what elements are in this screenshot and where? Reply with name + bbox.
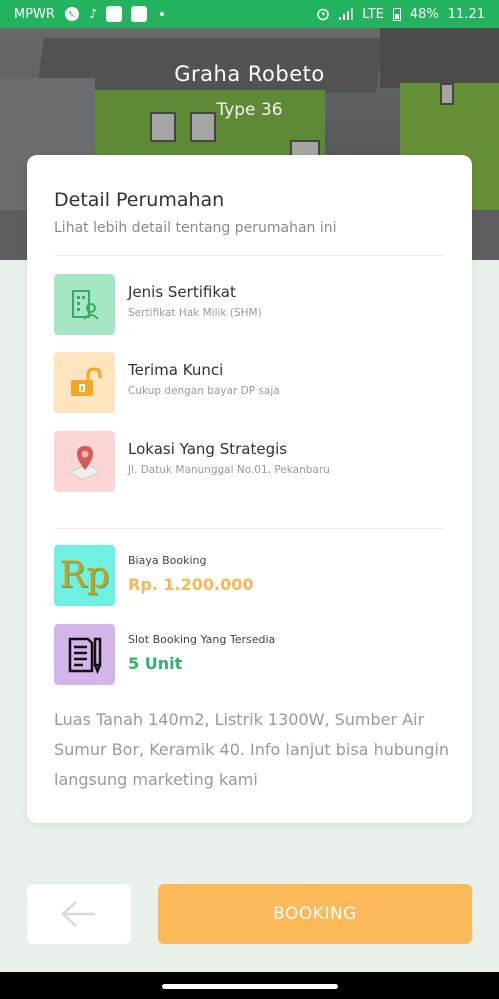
key-tile [54,352,115,413]
slot-value: 5 Unit [128,654,183,673]
dot-icon [160,12,165,16]
document-pen-icon [68,637,101,674]
feature-key: Terima Kunci Cukup dengan bayar DP saja [54,352,454,414]
property-type: Type 36 [216,100,283,120]
battery-icon [392,7,401,21]
detail-title: Detail Perumahan [54,189,225,211]
status-right: LTE 48% 11.21 [316,7,485,22]
detail-subtitle: Lihat lebih detail tentang perumahan ini [54,220,337,236]
status-bar: MPWR ♪ LTE 48% 11.21 [0,0,499,28]
feature-title: Jenis Sertifikat [128,283,236,301]
back-button[interactable] [27,884,131,944]
clock-label: 11.21 [447,6,485,22]
certificate-tile [54,274,115,335]
navigation-bar [0,972,499,999]
fee-value: Rp. 1.200.000 [128,575,254,594]
whatsapp-icon [64,7,79,21]
location-tile [54,431,115,492]
home-gesture-handle[interactable] [162,984,338,989]
app-icon [131,6,148,22]
detail-card: Detail Perumahan Lihat lebih detail tent… [27,155,472,823]
network-label: LTE [362,6,384,22]
divider [54,528,444,529]
unlocked-padlock-icon [70,366,101,396]
status-left: MPWR ♪ [14,6,165,22]
carrier-label: MPWR [14,6,55,22]
feature-subtitle: Cukup dengan bayar DP saja [128,385,280,397]
battery-label: 48% [409,6,439,22]
feature-location: Lokasi Yang Strategis Jl. Datuk Manungga… [54,431,454,493]
fee-label: Biaya Booking [128,554,207,567]
tiktok-icon: ♪ [88,6,98,22]
rupiah-icon: Rp [59,555,110,596]
signal-icon [339,8,354,20]
property-title: Graha Robeto [174,62,325,86]
divider [54,255,444,256]
map-pin-icon [68,445,101,481]
booking-slot: Slot Booking Yang Tersedia 5 Unit [54,624,454,686]
feature-subtitle: Sertifikat Hak Milik (SHM) [128,307,262,319]
booking-button[interactable]: BOOKING [158,884,472,944]
arrow-left-icon [61,901,95,927]
certificate-building-icon [71,289,99,320]
feature-certificate: Jenis Sertifikat Sertifikat Hak Milik (S… [54,274,454,336]
fee-tile: Rp [54,545,115,606]
feature-title: Terima Kunci [128,361,224,379]
booking-fee: Rp Biaya Booking Rp. 1.200.000 [54,545,454,607]
app-icon [106,6,123,22]
feature-title: Lokasi Yang Strategis [128,440,288,458]
alarm-icon [317,8,330,21]
slot-label: Slot Booking Yang Tersedia [128,633,276,646]
slot-tile [54,624,115,685]
feature-subtitle: Jl. Datuk Manunggal No.01, Pekanbaru [128,464,330,476]
description-text: Luas Tanah 140m2, Listrik 1300W, Sumber … [54,710,450,789]
